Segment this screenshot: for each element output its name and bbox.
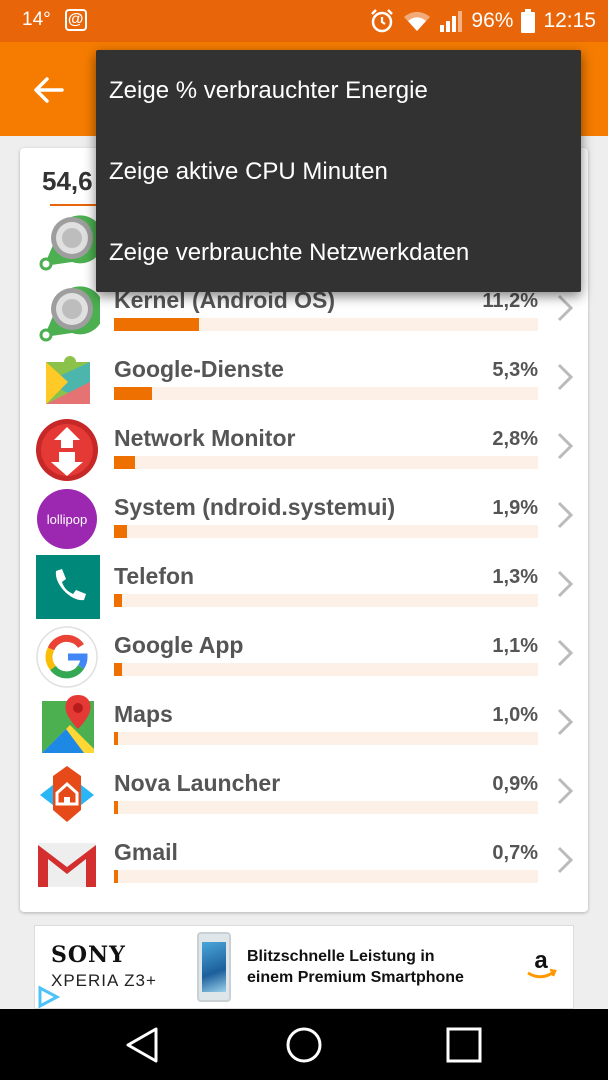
nova-launcher-icon [40, 766, 94, 822]
chevron-right-icon [557, 432, 574, 460]
app-percent: 0,7% [492, 842, 538, 864]
chevron-right-icon [557, 777, 574, 805]
chevron-right-icon [557, 570, 574, 598]
app-percent: 11,2% [482, 290, 538, 312]
chevron-right-icon [557, 846, 574, 874]
usage-bar-fill [114, 663, 123, 676]
app-row[interactable]: Google App 1,1% [34, 624, 574, 693]
chevron-right-icon [557, 639, 574, 667]
app-name: Google App [114, 632, 244, 658]
chevron-right-icon [557, 501, 574, 529]
app-row[interactable]: Maps 1,0% [34, 693, 574, 762]
android-os-icon [39, 215, 100, 271]
usage-bar-track [114, 732, 538, 745]
usage-bar-fill [114, 387, 153, 400]
google-play-services-icon [46, 356, 90, 404]
lollipop-icon-label: lollipop [47, 512, 87, 527]
usage-bar-fill [114, 525, 127, 538]
usage-bar-track [114, 387, 538, 400]
android-os-icon [39, 286, 100, 342]
menu-item-energy[interactable]: Zeige % verbrauchter Energie [96, 50, 581, 131]
nav-home-icon[interactable] [284, 1025, 324, 1065]
ad-banner[interactable]: SONY XPERIA Z3+ Blitzschnelle Leistung i… [34, 925, 574, 1009]
ad-model: XPERIA Z3+ [51, 971, 157, 990]
menu-item-cpu-minutes[interactable]: Zeige aktive CPU Minuten [96, 131, 581, 212]
ad-line-2: einem Premium Smartphone [247, 969, 464, 986]
alarm-icon [371, 9, 394, 33]
amazon-icon: a [527, 947, 557, 979]
app-percent: 1,1% [492, 635, 538, 657]
usage-bar-track [114, 870, 538, 883]
app-name: Google-Dienste [114, 356, 284, 382]
app-name: Gmail [114, 839, 178, 865]
app-percent: 1,9% [492, 497, 538, 519]
nav-back-icon[interactable] [122, 1025, 162, 1065]
app-percent: 5,3% [492, 359, 538, 381]
arrow-back-icon[interactable] [30, 72, 66, 108]
usage-bar-track [114, 525, 538, 538]
usage-bar-fill [114, 594, 123, 607]
ad-brand: SONY [51, 942, 126, 968]
notification-at-icon: @ [64, 9, 87, 31]
battery-percent: 96% [471, 9, 514, 32]
menu-item-network-data[interactable]: Zeige verbrauchte Netzwerkdaten [96, 212, 581, 293]
ad-copy: Blitzschnelle Leistung in einem Premium … [247, 946, 464, 988]
temperature: 14° [22, 9, 51, 30]
usage-bar-fill [114, 801, 119, 814]
usage-total: 54,6 [42, 166, 93, 196]
app-row[interactable]: Gmail 0,7% [34, 831, 574, 900]
app-percent: 0,9% [492, 773, 538, 795]
app-row[interactable]: Nova Launcher 0,9% [34, 762, 574, 831]
app-row[interactable]: lollipop System (ndroid.systemui) 1,9% [34, 486, 574, 555]
app-name: Network Monitor [114, 425, 296, 451]
usage-bar-fill [114, 870, 119, 883]
wifi-icon [404, 11, 431, 31]
usage-bar-fill [114, 318, 199, 331]
chevron-right-icon [557, 363, 574, 391]
lollipop-icon: lollipop [37, 489, 97, 549]
gmail-icon [38, 843, 96, 887]
nav-recents-icon[interactable] [444, 1025, 484, 1065]
app-percent: 1,3% [492, 566, 538, 588]
svg-text:a: a [534, 947, 548, 974]
ad-phone-image [197, 932, 231, 1002]
app-percent: 2,8% [492, 428, 538, 450]
navigation-bar [0, 1009, 608, 1080]
usage-bar-track [114, 801, 538, 814]
usage-bar-track [114, 594, 538, 607]
adchoices-icon[interactable] [35, 984, 61, 1010]
clock: 12:15 [543, 9, 596, 32]
chevron-right-icon [557, 708, 574, 736]
overflow-menu: Zeige % verbrauchter Energie Zeige aktiv… [96, 50, 581, 292]
usage-bar-track [114, 318, 538, 331]
google-maps-icon [42, 695, 94, 753]
battery-icon [521, 9, 536, 33]
app-row[interactable]: Telefon 1,3% [34, 555, 574, 624]
status-bar: 14° @ 96% 12:15 [0, 0, 608, 42]
chevron-right-icon [557, 294, 574, 322]
usage-bar-fill [114, 732, 119, 745]
app-name: System (ndroid.systemui) [114, 494, 396, 520]
signal-icon [440, 11, 463, 32]
network-monitor-icon [36, 419, 98, 481]
usage-bar-fill [114, 456, 136, 469]
google-g-icon [36, 626, 98, 688]
app-percent: 1,0% [492, 704, 538, 726]
app-name: Maps [114, 701, 173, 727]
app-row[interactable]: Network Monitor 2,8% [34, 417, 574, 486]
ad-line-1: Blitzschnelle Leistung in [247, 948, 435, 965]
app-name: Telefon [114, 563, 195, 589]
usage-bar-track [114, 663, 538, 676]
app-name: Nova Launcher [114, 770, 281, 796]
app-row[interactable]: Google-Dienste 5,3% [34, 348, 574, 417]
usage-bar-track [114, 456, 538, 469]
phone-app-icon [36, 555, 100, 619]
